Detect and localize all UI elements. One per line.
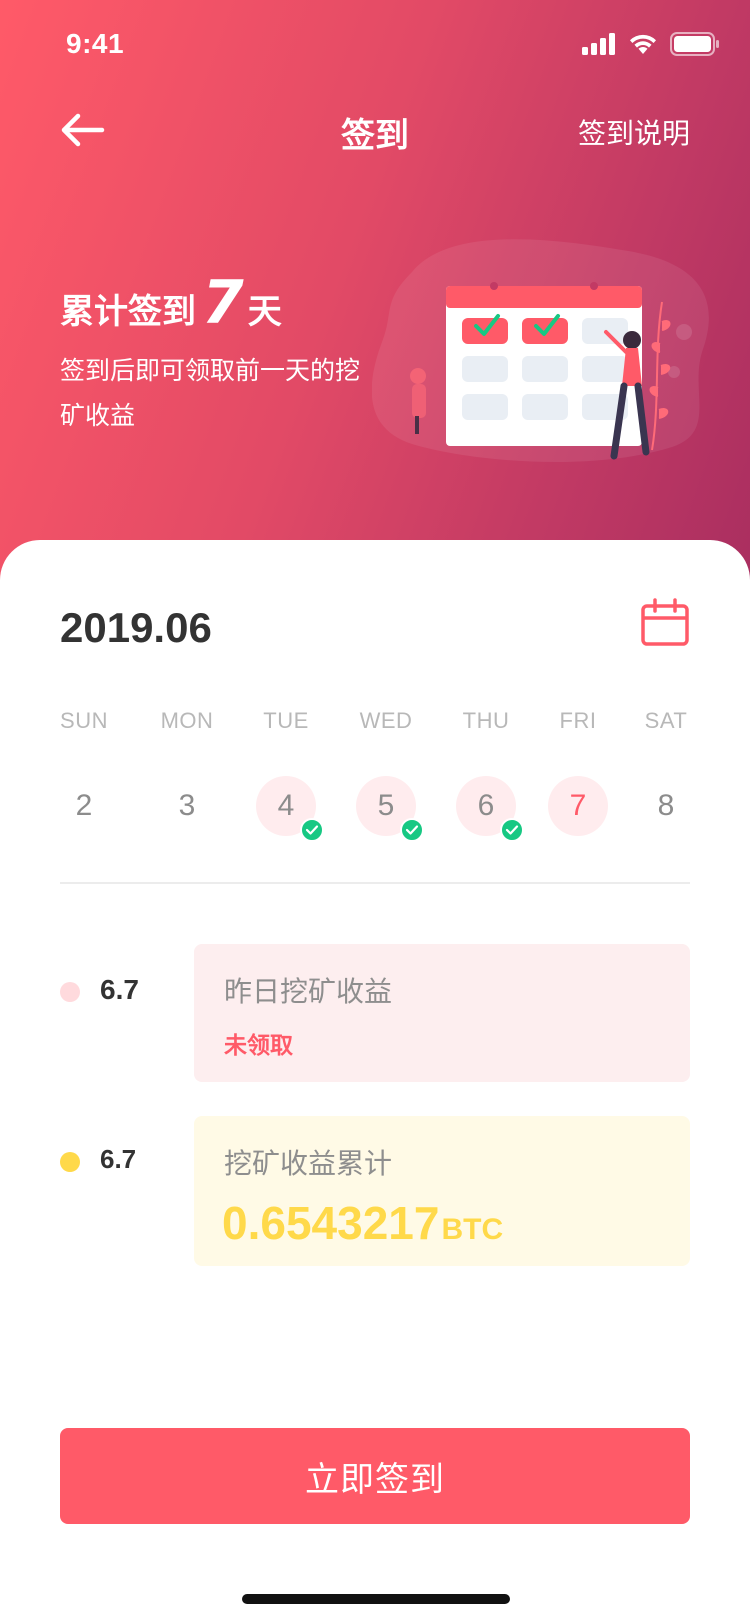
day-cell-today[interactable]: 7 (548, 776, 608, 836)
sign-in-rules-link[interactable]: 签到说明 (578, 112, 690, 152)
total-reward-value: 6.7 (100, 1144, 137, 1174)
weekday-header: SUN MON TUE WED THU FRI SAT (0, 708, 750, 738)
streak-prefix: 累计签到 (60, 292, 196, 332)
streak-headline: 累计签到 7 天 (60, 268, 370, 338)
weekday-label: FRI (559, 708, 597, 733)
day-number: 5 (377, 789, 395, 822)
weekday-label: SAT (644, 708, 688, 733)
day-number: 8 (657, 789, 675, 822)
weekday-label: THU (462, 708, 510, 733)
status-bar: 9:41 (0, 0, 750, 92)
check-icon (300, 818, 324, 842)
day-cell[interactable]: 8 (636, 776, 696, 836)
weekday-label: TUE (263, 708, 309, 733)
status-time: 9:41 (66, 28, 125, 59)
yesterday-reward-label: 昨日挖矿收益 (224, 975, 393, 1008)
sign-in-now-button[interactable]: 立即签到 (60, 1428, 690, 1524)
hero-header: 9:41 签到 签到说明 累计签到 7 天 签到后即可领取前一天的挖矿收益 (0, 0, 750, 600)
wifi-icon (630, 34, 656, 54)
btc-amount: 0.6543217 (222, 1197, 440, 1249)
day-number: 2 (75, 789, 93, 822)
day-number: 4 (277, 789, 295, 822)
yesterday-reward-card[interactable]: 昨日挖矿收益 未领取 (194, 944, 690, 1082)
check-icon (500, 818, 524, 842)
navigation-bar: 签到 签到说明 (0, 92, 750, 172)
timeline-dot (60, 1152, 80, 1172)
yesterday-reward-value: 6.7 (100, 974, 139, 1005)
claim-status: 未领取 (224, 1033, 293, 1059)
streak-description: 签到后即可领取前一天的挖矿收益 (60, 356, 361, 430)
calendar-icon (641, 598, 689, 646)
day-number: 7 (569, 789, 587, 822)
home-indicator (242, 1594, 510, 1604)
timeline-dot (60, 982, 80, 1002)
day-cell-signed[interactable]: 5 (356, 776, 424, 842)
streak-summary: 累计签到 7 天 签到后即可领取前一天的挖矿收益 (60, 268, 370, 438)
streak-days: 7 (202, 268, 244, 338)
streak-unit: 天 (247, 292, 282, 332)
week-days-row: 2 3 4 5 6 7 8 (0, 776, 750, 856)
weekday-label: MON (160, 708, 214, 733)
calendar-month: 2019.06 (60, 604, 212, 651)
total-reward-card: 挖矿收益累计 0.6543217 BTC (194, 1116, 690, 1266)
day-number: 6 (477, 789, 495, 822)
weekday-label: WED (359, 708, 413, 733)
day-cell-signed[interactable]: 4 (256, 776, 324, 842)
check-icon (400, 818, 424, 842)
divider (60, 882, 690, 884)
calendar-button[interactable] (640, 598, 690, 648)
day-cell[interactable]: 3 (157, 776, 217, 836)
day-cell[interactable]: 2 (54, 776, 114, 836)
status-icons (582, 32, 720, 56)
day-number: 3 (178, 789, 196, 822)
total-reward-amount: 0.6543217 BTC (222, 1196, 503, 1250)
weekday-label: SUN (60, 708, 108, 733)
battery-icon (670, 32, 719, 56)
btc-unit: BTC (441, 1213, 504, 1246)
signal-icon (582, 33, 615, 55)
calendar-illustration (410, 282, 671, 460)
day-cell-signed[interactable]: 6 (456, 776, 524, 842)
total-reward-label: 挖矿收益累计 (224, 1147, 393, 1180)
sign-in-card: 2019.06 SUN MON TUE WED THU FRI SAT 2 3 … (0, 540, 750, 1624)
